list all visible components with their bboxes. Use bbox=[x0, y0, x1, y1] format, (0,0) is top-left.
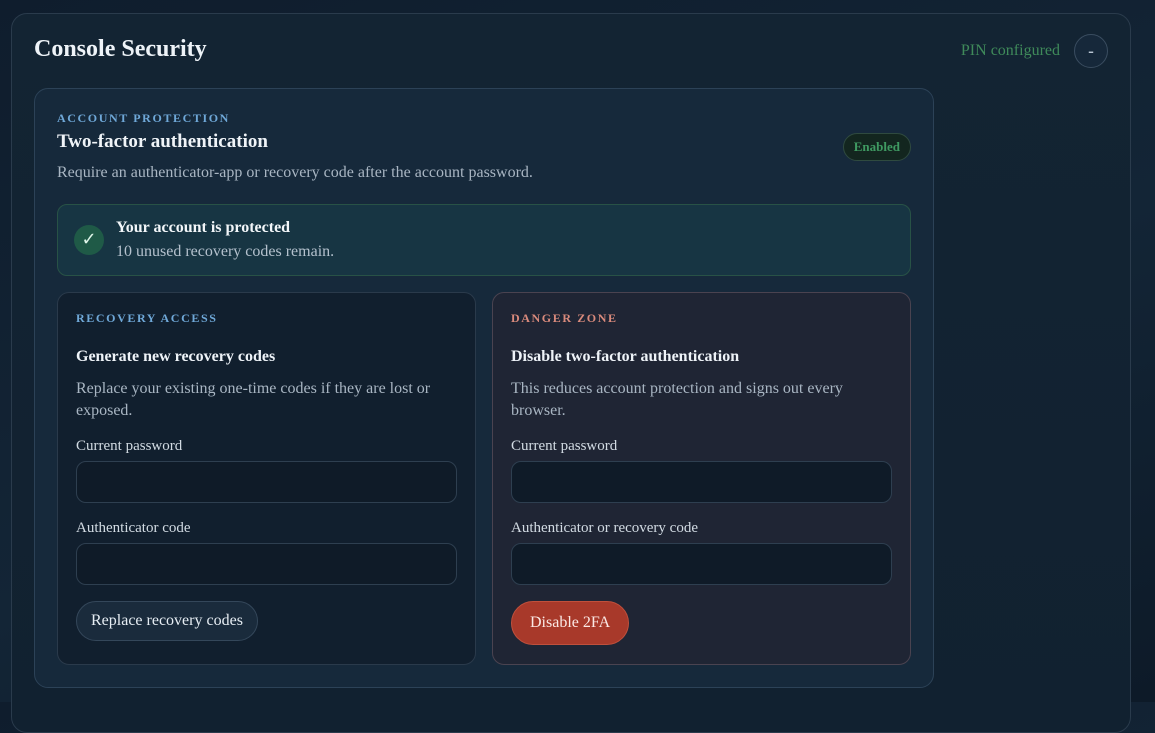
alert-title: Your account is protected bbox=[116, 219, 291, 236]
recovery-description: Replace your existing one-time codes if … bbox=[76, 380, 431, 419]
card-title: Two-factor authentication bbox=[57, 131, 268, 152]
danger-code-field[interactable] bbox=[511, 543, 892, 585]
recovery-password-field[interactable] bbox=[76, 461, 457, 503]
collapse-button[interactable]: - bbox=[1074, 34, 1108, 68]
danger-description: This reduces account protection and sign… bbox=[511, 380, 843, 419]
danger-password-label: Current password bbox=[511, 438, 618, 454]
danger-title: Disable two-factor authentication bbox=[511, 348, 740, 365]
pin-status: PIN configured bbox=[960, 42, 1060, 59]
alert-text: 10 unused recovery codes remain. bbox=[116, 243, 335, 260]
recovery-code-field[interactable] bbox=[76, 543, 457, 585]
recovery-eyebrow: RECOVERY ACCESS bbox=[76, 311, 218, 325]
status-badge: Enabled bbox=[842, 133, 911, 161]
danger-code-label: Authenticator or recovery code bbox=[511, 520, 698, 536]
protected-alert: ✓ Your account is protected 10 unused re… bbox=[57, 204, 911, 276]
recovery-code-label: Authenticator code bbox=[76, 520, 191, 536]
two-factor-card: ACCOUNT PROTECTION Two-factor authentica… bbox=[34, 88, 934, 688]
disable-2fa-button[interactable]: Disable 2FA bbox=[511, 601, 630, 645]
security-panel: Console Security PIN configured - ACCOUN… bbox=[11, 13, 1131, 733]
recovery-access-panel: RECOVERY ACCESS Generate new recovery co… bbox=[57, 292, 476, 665]
replace-recovery-codes-button[interactable]: Replace recovery codes bbox=[76, 601, 258, 641]
recovery-password-label: Current password bbox=[76, 438, 183, 454]
section-eyebrow: ACCOUNT PROTECTION bbox=[57, 111, 230, 125]
check-icon: ✓ bbox=[74, 225, 104, 255]
danger-eyebrow: DANGER ZONE bbox=[511, 311, 618, 325]
danger-zone-panel: DANGER ZONE Disable two-factor authentic… bbox=[492, 292, 911, 665]
danger-password-field[interactable] bbox=[511, 461, 892, 503]
card-description: Require an authenticator-app or recovery… bbox=[57, 164, 533, 181]
recovery-title: Generate new recovery codes bbox=[76, 348, 276, 365]
page-title: Console Security bbox=[34, 36, 207, 62]
